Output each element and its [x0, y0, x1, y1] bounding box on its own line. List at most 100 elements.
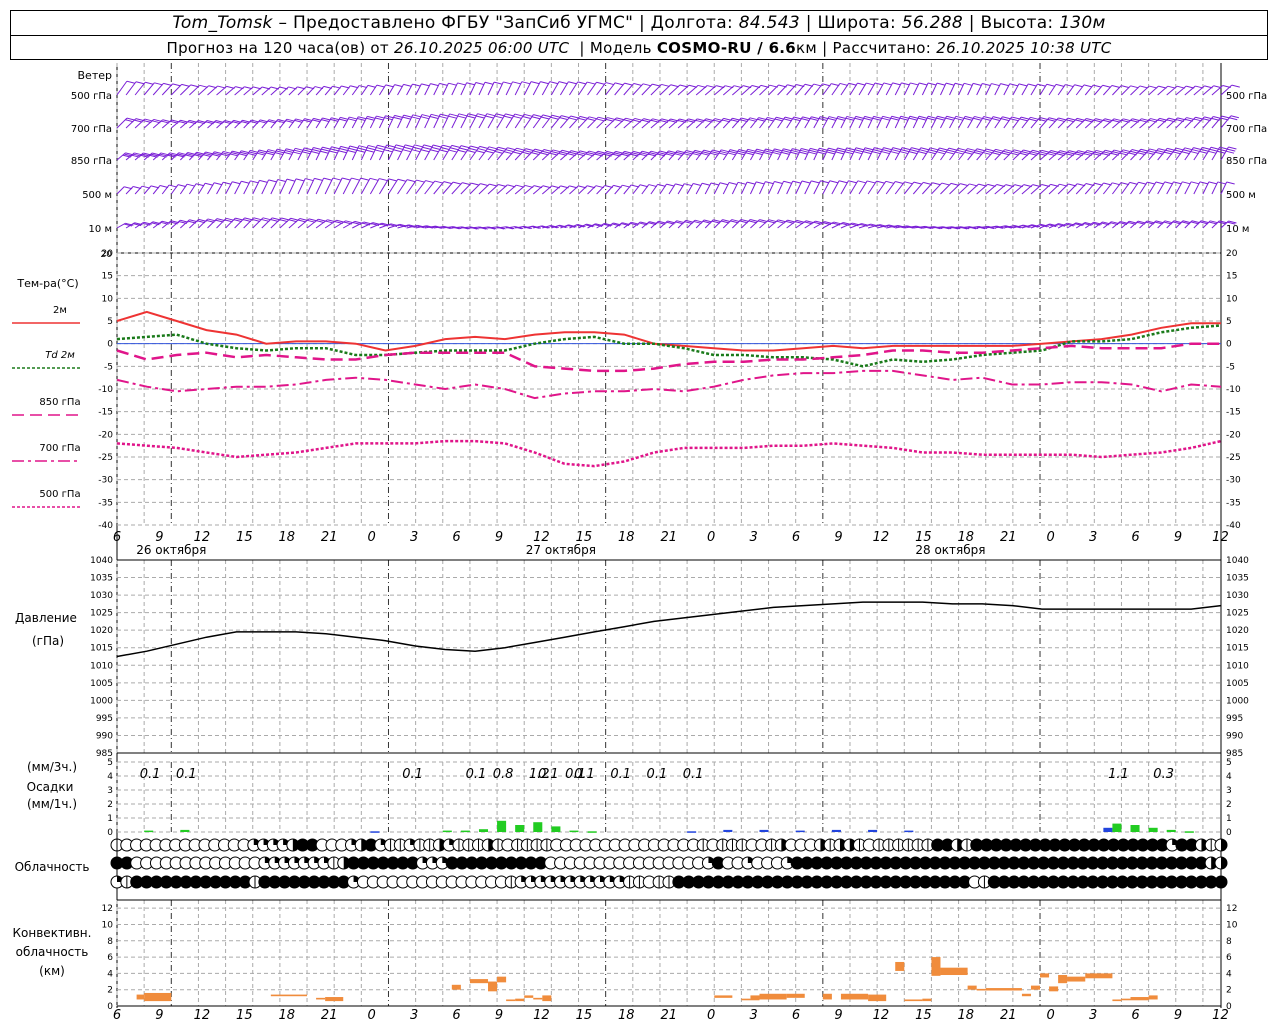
- hour-label: 3: [749, 530, 757, 545]
- wind-barb: [152, 83, 164, 96]
- hour-label: 0: [1047, 530, 1055, 545]
- wind-barb-feather: [505, 149, 514, 153]
- wind-barb-feather: [459, 147, 468, 151]
- wind-barb-feather: [421, 114, 431, 118]
- wind-barb-feather: [1056, 119, 1066, 123]
- wind-barb-feather: [1209, 148, 1218, 152]
- wind-barb-feather: [670, 84, 679, 88]
- wind-barb-feather: [357, 147, 367, 151]
- wind-barb-feather: [945, 117, 954, 121]
- wind-barb-feather: [339, 118, 348, 122]
- precip-bar: [1166, 829, 1176, 832]
- wind-barb-feather: [476, 115, 485, 119]
- temp-tick-left: -40: [98, 521, 113, 531]
- precip-bar: [460, 830, 470, 833]
- hour-label: 0: [707, 530, 715, 545]
- wind-barb: [514, 185, 526, 195]
- wind-barb-feather: [1004, 149, 1013, 153]
- wind-barb-feather: [657, 183, 666, 187]
- pressure-tick-left: 1040: [90, 556, 113, 566]
- wind-barb-feather: [578, 117, 587, 121]
- hour-label-bottom: 15: [576, 1008, 593, 1023]
- wind-barb-feather: [540, 81, 549, 85]
- conv-tick-right: 12: [1226, 904, 1237, 914]
- precip-tick-left: 1: [107, 814, 113, 824]
- date-label: 27 октября: [526, 543, 596, 557]
- wind-barb-feather: [561, 115, 570, 119]
- wind-barb-feather: [800, 149, 809, 153]
- wind-barb-feather: [890, 151, 899, 155]
- wind-barb: [360, 178, 371, 195]
- wind-barb-feather: [394, 114, 403, 118]
- precip-bar: [497, 820, 507, 832]
- wind-barb-feather: [403, 146, 413, 150]
- temp-tick-right: 15: [1226, 272, 1237, 282]
- wind-barb: [641, 83, 653, 96]
- wind-barb-feather: [543, 149, 553, 153]
- wind-barb-feather: [523, 113, 533, 117]
- wind-barb-feather: [540, 152, 549, 156]
- wind-barb-feather: [1231, 84, 1240, 88]
- wind-barb-feather: [457, 82, 466, 86]
- convective-bar: [967, 985, 977, 990]
- wind-barb-feather: [367, 84, 377, 88]
- wind-barb-feather: [423, 144, 432, 148]
- wind-barb-feather: [607, 117, 616, 121]
- wind-barb-feather: [403, 114, 412, 118]
- wind-barb-feather: [991, 117, 1000, 121]
- wind-barb-feather: [1000, 83, 1009, 87]
- wind-barb-feather: [385, 115, 394, 119]
- wind-barb-feather: [397, 178, 406, 182]
- convective-bar: [270, 994, 308, 997]
- wind-barb-feather: [525, 148, 534, 152]
- wind-barb-feather: [958, 147, 967, 151]
- wind-barb: [587, 82, 597, 96]
- cloud-symbol-detail: [1221, 857, 1227, 869]
- convective-panel: [117, 899, 1221, 1007]
- precip-bar: [1148, 827, 1158, 832]
- wind-barb: [424, 180, 436, 195]
- convective-bar: [1049, 986, 1059, 992]
- wind-barb-feather: [1228, 146, 1237, 150]
- temp-tick-right: 5: [1226, 317, 1232, 327]
- precip-amount-label: 0.1: [610, 767, 631, 782]
- hour-label: 21: [321, 530, 338, 545]
- temp-tick-left: -35: [98, 498, 113, 508]
- wind-barb-feather: [1202, 146, 1211, 150]
- convective-bar: [469, 979, 489, 984]
- wind-barb-feather: [596, 118, 605, 122]
- wind-barb-feather: [1210, 146, 1220, 150]
- wind-barb-feather: [701, 182, 711, 186]
- convective-bar: [533, 997, 543, 1000]
- wind-barb-feather: [939, 147, 948, 151]
- wind-barb-feather: [605, 118, 614, 122]
- pressure-tick-left: 990: [96, 731, 113, 741]
- wind-barb-feather: [452, 181, 462, 185]
- wind-barb-feather: [1010, 152, 1019, 156]
- pressure-tick-right: 1035: [1226, 574, 1249, 584]
- wind-barb-feather: [983, 152, 992, 156]
- wind-barb-feather: [135, 81, 145, 85]
- hour-label-bottom: 6: [792, 1008, 800, 1023]
- wind-barb-feather: [223, 181, 232, 185]
- hour-label: 6: [1131, 530, 1139, 545]
- wind-barb: [306, 178, 315, 195]
- hour-label-bottom: 0: [1047, 1008, 1055, 1023]
- wind-barb-feather: [568, 117, 578, 121]
- wind-barb-feather: [866, 82, 875, 86]
- precip-amount-label: 1.1: [1108, 767, 1129, 782]
- wind-barb-feather: [1199, 150, 1208, 154]
- wind-barb-feather: [891, 115, 900, 119]
- wind-barb-feather: [986, 148, 995, 152]
- convective-bar: [940, 967, 968, 976]
- wind-barb-feather: [1013, 149, 1023, 153]
- convective-bar: [488, 981, 498, 992]
- pressure-tick-right: 990: [1226, 731, 1243, 741]
- hour-label-bottom: 21: [321, 1008, 338, 1023]
- wind-barb: [931, 182, 943, 195]
- temp-tick-right: 20: [1226, 249, 1238, 259]
- wind-barb-feather: [596, 81, 605, 85]
- wind-barb: [659, 84, 672, 96]
- wind-barb-feather: [457, 149, 467, 153]
- convective-bar: [1030, 985, 1041, 990]
